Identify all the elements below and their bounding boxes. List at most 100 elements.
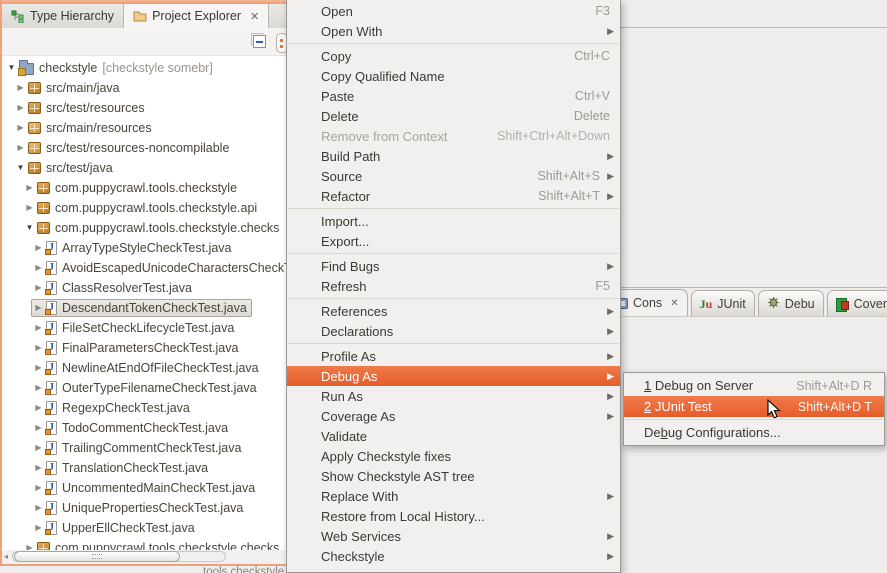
menu-item-build-path[interactable]: Build Path▶ <box>287 146 620 166</box>
menu-item-paste[interactable]: PasteCtrl+V <box>287 86 620 106</box>
tree-item-todocommentchecktest-java[interactable]: ▶ TodoCommentCheckTest.java <box>2 416 286 436</box>
tree-item-com-puppycrawl-tools-checkstyle-checks[interactable]: ▶com.puppycrawl.tools.checkstyle.checks <box>2 536 286 550</box>
console-tab-junit[interactable]: JuJUnit <box>691 290 755 316</box>
chevron-collapsed-icon[interactable]: ▶ <box>34 339 43 357</box>
tree-item-label: ArrayTypeStyleCheckTest.java <box>62 238 232 258</box>
tree-item-src-test-resources-noncompilable[interactable]: ▶src/test/resources-noncompilable <box>2 136 286 156</box>
tree-item-descendanttokenchecktest-java[interactable]: ▶DescendantTokenCheckTest.java <box>2 296 286 316</box>
tree-item-regexpchecktest-java[interactable]: ▶RegexpCheckTest.java <box>2 396 286 416</box>
menu-item-copy-qualified-name[interactable]: Copy Qualified Name <box>287 66 620 86</box>
chevron-collapsed-icon[interactable]: ▶ <box>16 139 25 157</box>
chevron-collapsed-icon[interactable]: ▶ <box>16 99 25 117</box>
chevron-collapsed-icon[interactable]: ▶ <box>25 179 34 197</box>
tree-item-trailingcommentchecktest-java[interactable]: ▶TrailingCommentCheckTest.java <box>2 436 286 456</box>
menu-item-replace-with[interactable]: Replace With▶ <box>287 486 620 506</box>
chevron-collapsed-icon[interactable]: ▶ <box>34 299 43 317</box>
menu-item-refresh[interactable]: RefreshF5 <box>287 276 620 296</box>
chevron-collapsed-icon[interactable]: ▶ <box>34 459 43 477</box>
submenu-arrow-icon: ▶ <box>604 326 614 337</box>
chevron-expanded-icon[interactable]: ▼ <box>16 159 25 177</box>
chevron-collapsed-icon[interactable]: ▶ <box>34 399 43 417</box>
submenu-item-2-junit-test[interactable]: 2 JUnit TestShift+Alt+D T <box>624 396 884 417</box>
chevron-collapsed-icon[interactable]: ▶ <box>34 379 43 397</box>
menu-item-debug-as[interactable]: Debug As▶ <box>287 366 620 386</box>
menu-item-import[interactable]: Import... <box>287 211 620 231</box>
menu-item-refactor[interactable]: RefactorShift+Alt+T▶ <box>287 186 620 206</box>
menu-item-show-checkstyle-ast-tree[interactable]: Show Checkstyle AST tree <box>287 466 620 486</box>
tree-item-label: TodoCommentCheckTest.java <box>62 418 228 438</box>
tab-type-hierarchy[interactable]: Type Hierarchy <box>2 4 124 28</box>
menu-item-label: Open <box>321 4 353 19</box>
menu-separator <box>287 296 620 301</box>
menu-item-references[interactable]: References▶ <box>287 301 620 321</box>
tree-item-avoidescapedunicodecharacterschecktest-java[interactable]: ▶AvoidEscapedUnicodeCharactersCheckTest.… <box>2 256 286 276</box>
menu-item-coverage-as[interactable]: Coverage As▶ <box>287 406 620 426</box>
chevron-collapsed-icon[interactable]: ▶ <box>34 259 43 277</box>
tree-item-com-puppycrawl-tools-checkstyle-checks[interactable]: ▼com.puppycrawl.tools.checkstyle.checks <box>2 216 286 236</box>
menu-item-apply-checkstyle-fixes[interactable]: Apply Checkstyle fixes <box>287 446 620 466</box>
menu-item-export[interactable]: Export... <box>287 231 620 251</box>
menu-item-source[interactable]: SourceShift+Alt+S▶ <box>287 166 620 186</box>
menu-item-web-services[interactable]: Web Services▶ <box>287 526 620 546</box>
menu-item-copy[interactable]: CopyCtrl+C <box>287 46 620 66</box>
javafile-icon <box>46 261 57 275</box>
collapse-all-icon[interactable] <box>253 35 266 48</box>
chevron-collapsed-icon[interactable]: ▶ <box>34 359 43 377</box>
tree-item-filesetchecklifecycletest-java[interactable]: ▶FileSetCheckLifecycleTest.java <box>2 316 286 336</box>
chevron-collapsed-icon[interactable]: ▶ <box>34 519 43 537</box>
chevron-collapsed-icon[interactable]: ▶ <box>34 499 43 517</box>
tree-item-translationchecktest-java[interactable]: ▶TranslationCheckTest.java <box>2 456 286 476</box>
menu-item-shortcut: Ctrl+C <box>574 49 614 63</box>
tree-item-com-puppycrawl-tools-checkstyle[interactable]: ▶com.puppycrawl.tools.checkstyle <box>2 176 286 196</box>
submenu-item-1-debug-on-server[interactable]: 1 Debug on ServerShift+Alt+D R <box>624 375 884 396</box>
submenu-item-debug-configurations[interactable]: Debug Configurations... <box>624 422 884 443</box>
menu-item-open[interactable]: OpenF3 <box>287 1 620 21</box>
menu-item-find-bugs[interactable]: Find Bugs▶ <box>287 256 620 276</box>
tree-item-com-puppycrawl-tools-checkstyle-api[interactable]: ▶com.puppycrawl.tools.checkstyle.api <box>2 196 286 216</box>
tree-item-arraytypestylechecktest-java[interactable]: ▶ ArrayTypeStyleCheckTest.java <box>2 236 286 256</box>
menu-item-restore-from-local-history[interactable]: Restore from Local History... <box>287 506 620 526</box>
chevron-collapsed-icon[interactable]: ▶ <box>16 79 25 97</box>
tree-item-src-test-java[interactable]: ▼src/test/java <box>2 156 286 176</box>
tab-project-explorer[interactable]: Project Explorer ✕ <box>124 4 269 28</box>
menu-item-delete[interactable]: DeleteDelete <box>287 106 620 126</box>
menu-item-checkstyle[interactable]: Checkstyle▶ <box>287 546 620 566</box>
console-tab-debu[interactable]: Debu <box>758 290 824 316</box>
chevron-collapsed-icon[interactable]: ▶ <box>34 439 43 457</box>
close-icon[interactable]: ✕ <box>670 298 678 309</box>
chevron-collapsed-icon[interactable]: ▶ <box>34 279 43 297</box>
chevron-expanded-icon[interactable]: ▼ <box>7 59 16 77</box>
tree-item-uniquepropertieschecktest-java[interactable]: ▶UniquePropertiesCheckTest.java <box>2 496 286 516</box>
tree-item-uncommentedmainchecktest-java[interactable]: ▶UncommentedMainCheckTest.java <box>2 476 286 496</box>
tree-item-src-test-resources[interactable]: ▶src/test/resources <box>2 96 286 116</box>
menu-item-open-with[interactable]: Open With▶ <box>287 21 620 41</box>
scroll-left-icon[interactable]: ◂ <box>4 552 8 562</box>
horizontal-scrollbar[interactable]: ◂ <box>2 551 286 563</box>
chevron-collapsed-icon[interactable]: ▶ <box>34 239 43 257</box>
tree-item-src-main-java[interactable]: ▶src/main/java <box>2 76 286 96</box>
submenu-item-label: 1 Debug on Server <box>644 378 753 393</box>
chevron-collapsed-icon[interactable]: ▶ <box>25 199 34 217</box>
menu-item-profile-as[interactable]: Profile As▶ <box>287 346 620 366</box>
chevron-collapsed-icon[interactable]: ▶ <box>16 119 25 137</box>
chevron-expanded-icon[interactable]: ▼ <box>25 219 34 237</box>
chevron-collapsed-icon[interactable]: ▶ <box>34 479 43 497</box>
console-tab-label: JUnit <box>717 297 745 311</box>
tree-item-checkstyle[interactable]: ▼checkstyle[checkstyle somebr] <box>2 56 286 76</box>
chevron-collapsed-icon[interactable]: ▶ <box>25 539 34 550</box>
scrollbar-thumb[interactable] <box>14 551 180 562</box>
tree-item-src-main-resources[interactable]: ▶src/main/resources <box>2 116 286 136</box>
chevron-collapsed-icon[interactable]: ▶ <box>34 419 43 437</box>
menu-item-validate[interactable]: Validate <box>287 426 620 446</box>
menu-item-shortcut: F5 <box>595 279 614 293</box>
close-icon[interactable]: ✕ <box>250 10 259 23</box>
chevron-collapsed-icon[interactable]: ▶ <box>34 319 43 337</box>
tree-item-classresolvertest-java[interactable]: ▶ClassResolverTest.java <box>2 276 286 296</box>
menu-item-declarations[interactable]: Declarations▶ <box>287 321 620 341</box>
menu-item-run-as[interactable]: Run As▶ <box>287 386 620 406</box>
tree-item-finalparameterschecktest-java[interactable]: ▶FinalParametersCheckTest.java <box>2 336 286 356</box>
tree-item-upperellchecktest-java[interactable]: ▶UpperEllCheckTest.java <box>2 516 286 536</box>
tree-item-newlineatendoffilechecktest-java[interactable]: ▶NewlineAtEndOfFileCheckTest.java <box>2 356 286 376</box>
console-tab-cover[interactable]: Cover <box>827 290 887 316</box>
tree-item-outertypefilenamechecktest-java[interactable]: ▶OuterTypeFilenameCheckTest.java <box>2 376 286 396</box>
